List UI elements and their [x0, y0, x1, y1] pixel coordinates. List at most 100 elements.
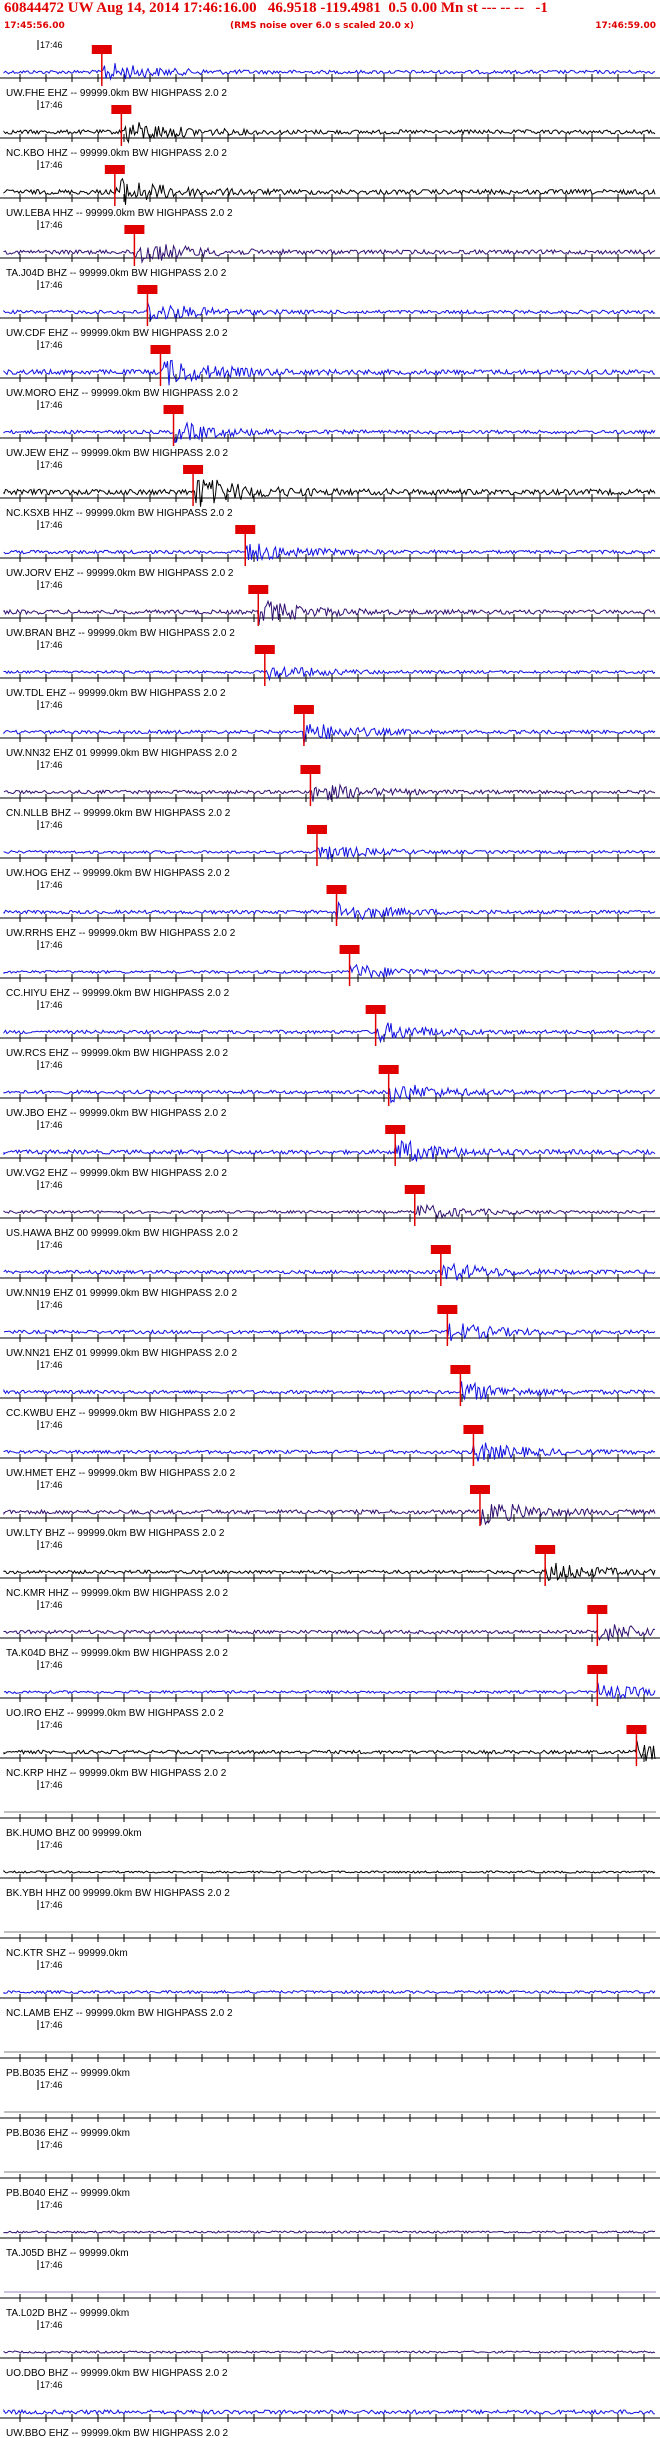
minute-label: 17:46: [40, 1600, 63, 1610]
station-label: TA.L02D BHZ -- 99999.0km: [6, 2308, 129, 2319]
plot-title: 60844472 UW Aug 14, 2014 17:46:16.00 46.…: [4, 0, 548, 16]
minute-label: 17:46: [40, 1180, 63, 1190]
station-label: PB.B040 EHZ -- 99999.0km: [6, 2188, 130, 2199]
pick-flag: [326, 885, 347, 894]
station-label: UW.JORV EHZ -- 99999.0km BW HIGHPASS 2.0…: [6, 568, 234, 579]
station-label: TA.K04D BHZ -- 99999.0km BW HIGHPASS 2.0…: [6, 1648, 228, 1659]
waveform-trace: [3, 901, 656, 921]
waveform-trace: [3, 177, 656, 205]
minute-label: 17:46: [40, 1720, 63, 1730]
waveform-trace: [3, 2350, 656, 2354]
minute-label: 17:46: [40, 1000, 63, 1010]
pick-flag: [293, 705, 314, 714]
minute-label: 17:46: [40, 2020, 63, 2030]
pick-flag: [300, 765, 321, 774]
waveform-trace: [3, 1084, 655, 1104]
pick-flag: [124, 225, 145, 234]
station-label: CC.KWBU EHZ -- 99999.0km BW HIGHPASS 2.0…: [6, 1408, 236, 1419]
pick-flag: [306, 825, 327, 834]
station-label: NC.KTR SHZ -- 99999.0km: [6, 1948, 128, 1959]
pick-flag: [450, 1365, 471, 1374]
minute-label: 17:46: [40, 1900, 63, 1910]
minute-label: 17:46: [40, 2260, 63, 2270]
minute-label: 17:46: [40, 1420, 63, 1430]
minute-label: 17:46: [40, 1780, 63, 1790]
pick-flag: [626, 1725, 647, 1734]
waveform-trace: [3, 122, 656, 144]
waveform-trace: [3, 724, 656, 744]
station-label: UW.NN32 EHZ 01 99999.0km BW HIGHPASS 2.0…: [6, 748, 237, 759]
station-label: UO.IRO EHZ -- 99999.0km BW HIGHPASS 2.0 …: [6, 1708, 224, 1719]
station-label: TA.J04D BHZ -- 99999.0km BW HIGHPASS 2.0…: [6, 268, 227, 279]
waveform-trace: [3, 1381, 656, 1401]
station-label: CN.NLLB BHZ -- 99999.0km BW HIGHPASS 2.0…: [6, 808, 231, 819]
end-time: 17:46:59.00: [595, 21, 656, 31]
pick-flag: [385, 1125, 406, 1134]
minute-label: 17:46: [40, 460, 63, 470]
station-label: UW.HMET EHZ -- 99999.0km BW HIGHPASS 2.0…: [6, 1468, 236, 1479]
pick-flag: [137, 285, 158, 294]
pick-flag: [163, 405, 184, 414]
minute-label: 17:46: [40, 220, 63, 230]
station-label: PB.B035 EHZ -- 99999.0km: [6, 2068, 130, 2079]
minute-label: 17:46: [40, 1480, 63, 1490]
station-label: NC.LAMB EHZ -- 99999.0km BW HIGHPASS 2.0…: [6, 2008, 233, 2019]
station-label: NC.KRP HHZ -- 99999.0km BW HIGHPASS 2.0 …: [6, 1768, 227, 1779]
minute-label: 17:46: [40, 100, 63, 110]
waveform-trace: [3, 1022, 656, 1044]
station-label: UW.RCS EHZ -- 99999.0km BW HIGHPASS 2.0 …: [6, 1048, 229, 1059]
minute-label: 17:46: [40, 2320, 63, 2330]
minute-label: 17:46: [40, 2080, 63, 2090]
waveform-trace: [3, 963, 656, 980]
minute-label: 17:46: [40, 1960, 63, 1970]
waveform-trace: [3, 479, 656, 507]
station-label: UW.HOG EHZ -- 99999.0km BW HIGHPASS 2.0 …: [6, 868, 230, 879]
station-label: CC.HIYU EHZ -- 99999.0km BW HIGHPASS 2.0…: [6, 988, 230, 999]
waveform-trace: [3, 244, 656, 264]
station-label: UW.VG2 EHZ -- 99999.0km BW HIGHPASS 2.0 …: [6, 1168, 227, 1179]
pick-flag: [365, 1005, 386, 1014]
waveform-trace: [3, 1682, 656, 1700]
minute-label: 17:46: [40, 340, 63, 350]
station-label: BK.HUMO BHZ 00 99999.0km: [6, 1828, 142, 1839]
waveform-trace: [3, 1869, 656, 1874]
pick-flag: [235, 525, 256, 534]
minute-label: 17:46: [40, 820, 63, 830]
minute-label: 17:46: [40, 1540, 63, 1550]
station-label: UO.DBO BHZ -- 99999.0km BW HIGHPASS 2.0 …: [6, 2368, 228, 2379]
station-label: NC.KBO HHZ -- 99999.0km BW HIGHPASS 2.0 …: [6, 148, 227, 159]
minute-label: 17:46: [40, 520, 63, 530]
waveform-trace: [3, 1989, 656, 1995]
minute-label: 17:46: [40, 880, 63, 890]
station-label: UW.BBO EHZ -- 99999.0km BW HIGHPASS 2.0 …: [6, 2428, 229, 2438]
station-label: UW.NN21 EHZ 01 99999.0km BW HIGHPASS 2.0…: [6, 1348, 237, 1359]
pick-flag: [463, 1425, 484, 1434]
minute-label: 17:46: [40, 1240, 63, 1250]
station-label: UW.LEBA HHZ -- 99999.0km BW HIGHPASS 2.0…: [6, 208, 233, 219]
minute-label: 17:46: [40, 580, 63, 590]
start-time: 17:45:56.00: [4, 21, 65, 31]
minute-label: 17:46: [40, 1120, 63, 1130]
seismogram-plot: 17:46UW.FHE EHZ -- 99999.0km BW HIGHPASS…: [0, 40, 660, 2438]
station-label: US.HAWA BHZ 00 99999.0km BW HIGHPASS 2.0…: [6, 1228, 238, 1239]
station-label: BK.YBH HHZ 00 99999.0km BW HIGHPASS 2.0 …: [6, 1888, 230, 1899]
minute-label: 17:46: [40, 1660, 63, 1670]
rms-note: (RMS noise over 6.0 s scaled 20.0 x): [230, 21, 414, 31]
pick-flag: [404, 1185, 425, 1194]
station-label: UW.FHE EHZ -- 99999.0km BW HIGHPASS 2.0 …: [6, 88, 227, 99]
minute-label: 17:46: [40, 2140, 63, 2150]
waveform-trace: [3, 783, 656, 802]
minute-label: 17:46: [40, 1360, 63, 1370]
pick-flag: [91, 45, 112, 54]
pick-flag: [587, 1665, 608, 1674]
waveform-trace: [3, 359, 656, 386]
minute-label: 17:46: [40, 2380, 63, 2390]
minute-label: 17:46: [40, 280, 63, 290]
station-label: UW.LTY BHZ -- 99999.0km BW HIGHPASS 2.0 …: [6, 1528, 225, 1539]
minute-label: 17:46: [40, 400, 63, 410]
station-label: TA.J05D BHZ -- 99999.0km: [6, 2248, 129, 2259]
waveform-trace: [3, 2230, 656, 2234]
station-label: NC.KSXB HHZ -- 99999.0km BW HIGHPASS 2.0…: [6, 508, 233, 519]
minute-label: 17:46: [40, 1060, 63, 1070]
minute-label: 17:46: [40, 160, 63, 170]
